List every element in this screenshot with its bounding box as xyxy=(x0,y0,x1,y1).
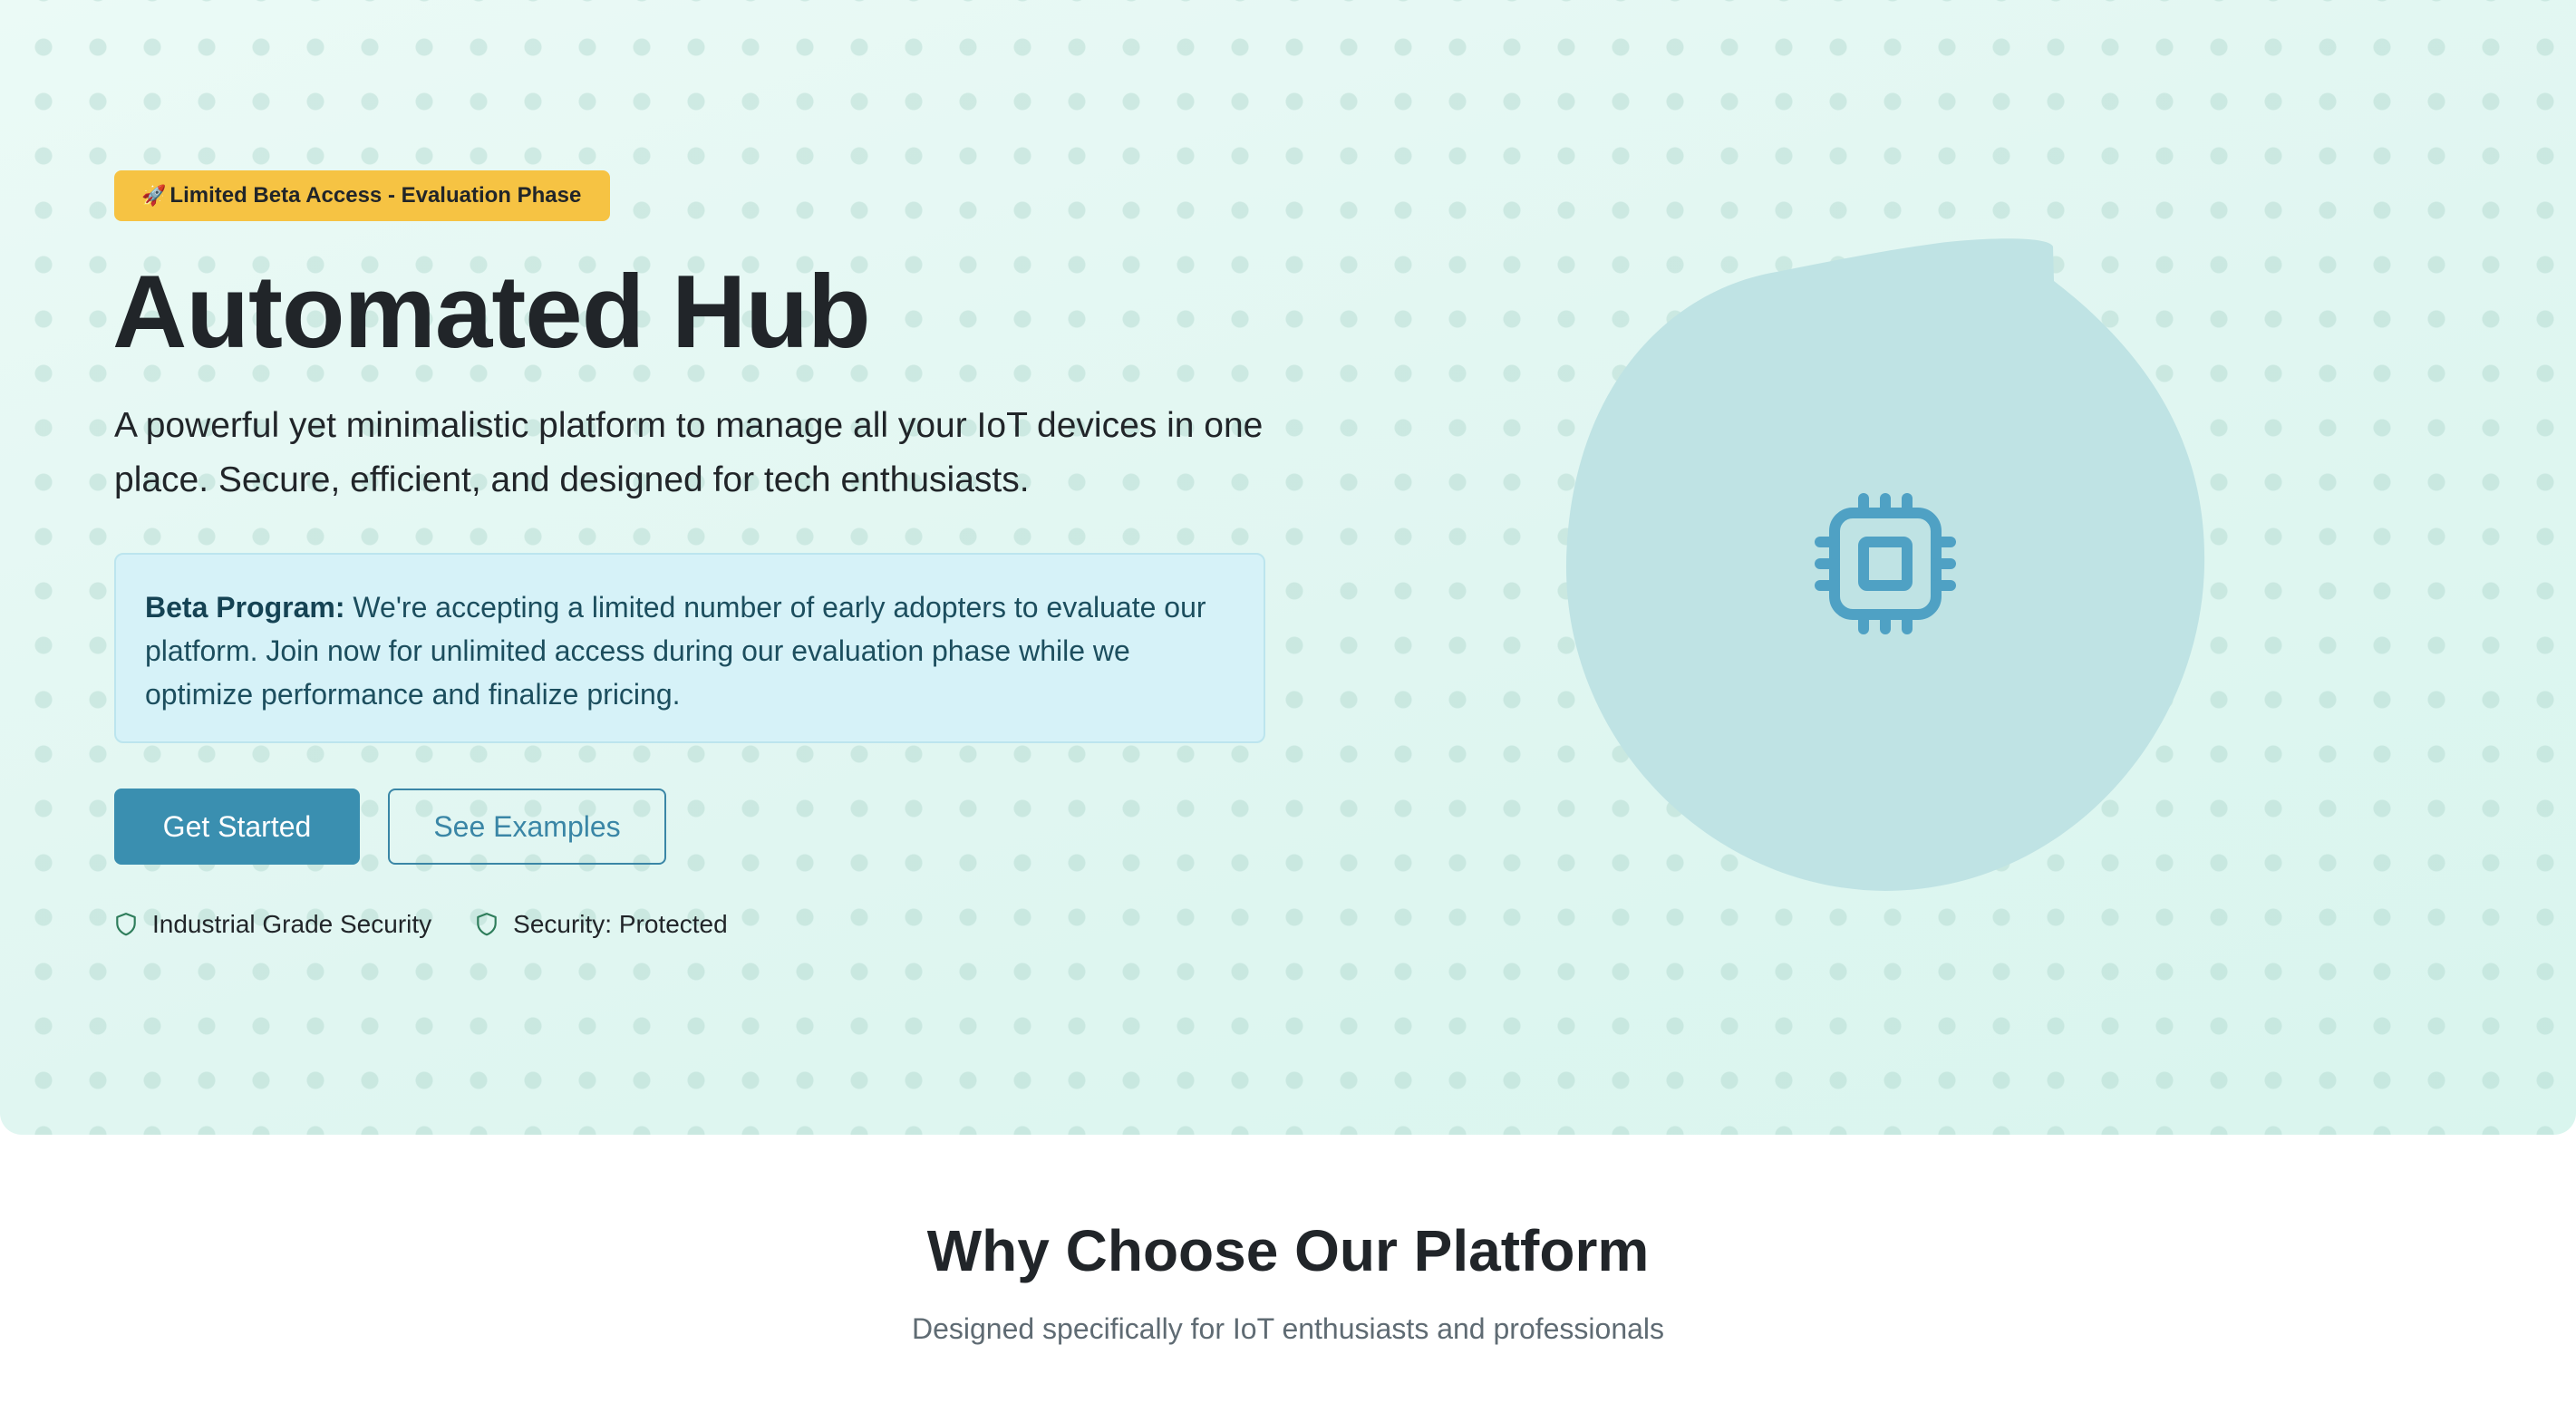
hero-section: 🚀 Limited Beta Access - Evaluation Phase… xyxy=(0,0,2576,1135)
why-choose-subtitle: Designed specifically for IoT enthusiast… xyxy=(911,1312,1665,1345)
get-started-button[interactable]: Get Started xyxy=(114,789,360,865)
cpu-chip-icon xyxy=(1815,493,1956,634)
shield-icon xyxy=(116,913,136,936)
beta-program-notice: Beta Program: We're accepting a limited … xyxy=(114,553,1265,743)
beta-program-label: Beta Program: xyxy=(145,591,345,624)
why-choose-title: Why Choose Our Platform xyxy=(926,1218,1650,1283)
feature-label: Security: Protected xyxy=(513,910,728,938)
badge-label: Limited Beta Access - Evaluation Phase xyxy=(169,183,582,208)
rocket-icon: 🚀 xyxy=(141,184,167,207)
page: 🚀 Limited Beta Access - Evaluation Phase… xyxy=(0,0,2576,1403)
hero-title: Automated Hub xyxy=(112,255,871,370)
feature-label: Industrial Grade Security xyxy=(152,910,432,938)
feature-item: Industrial Grade Security xyxy=(114,910,431,939)
feature-item: Security: Protected xyxy=(475,910,728,939)
feature-list: Industrial Grade Security Security: Prot… xyxy=(114,910,771,939)
beta-access-badge: 🚀 Limited Beta Access - Evaluation Phase xyxy=(114,170,611,221)
hero-lead: A powerful yet minimalistic platform to … xyxy=(114,406,1264,499)
see-examples-button[interactable]: See Examples xyxy=(388,789,666,865)
shield-icon xyxy=(477,913,497,936)
